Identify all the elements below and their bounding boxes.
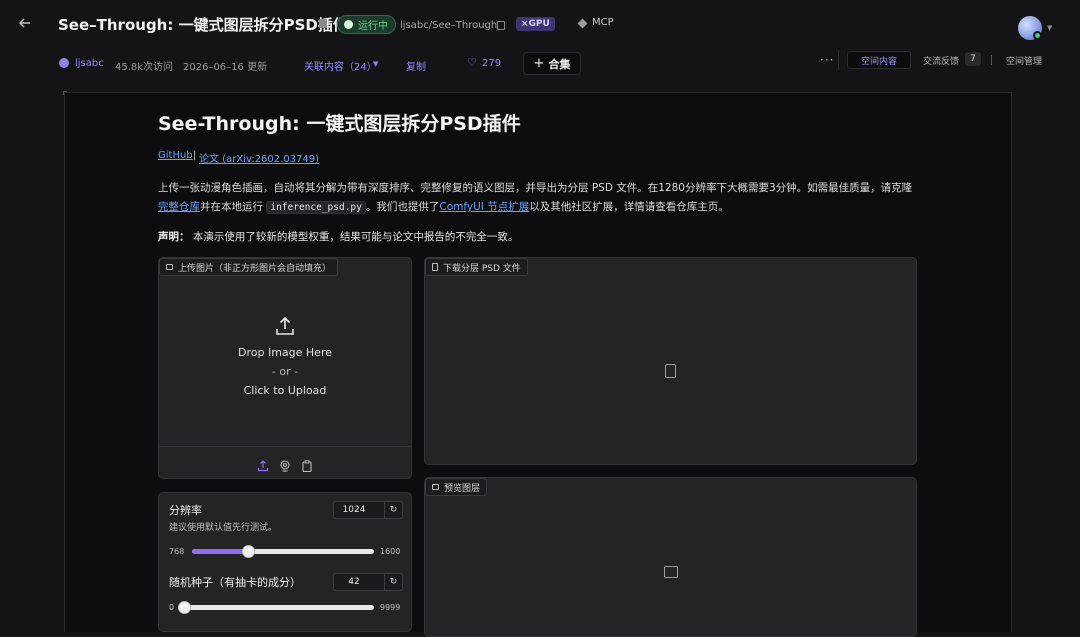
heart-icon[interactable]: ♡ [467,56,477,69]
mcp-label[interactable]: MCP [592,17,614,28]
upload-image-panel[interactable]: 上传图片（非正方形图片会自动填充） Drop Image Here - or -… [158,257,412,479]
owner-name[interactable]: ljsabc [75,58,104,69]
feedback-count-badge: 7 [965,52,981,66]
resolution-slider-thumb[interactable] [241,545,255,558]
download-tab-label: 下载分层 PSD 文件 [425,258,528,276]
seed-input[interactable]: 42 ↻ [333,573,403,591]
disclaimer-text: 本演示使用了较新的模型权重，结果可能与论文中报告的不完全一致。 [189,231,519,243]
resolution-slider-fill [192,549,249,554]
space-header: See–Through: 一键式图层拆分PSD插件 运行中 ljsabc/See… [0,0,1080,84]
resolution-input[interactable]: 1024 ↻ [333,501,403,519]
paper-link[interactable]: 论文 (arXiv:2602.03749) [199,150,319,165]
online-dot-icon [1033,31,1042,40]
upload-source-toolbar [159,446,411,478]
space-manage-link[interactable]: 空间管理 [1006,54,1042,67]
seed-max: 9999 [380,603,401,612]
visit-count: 45.8k次访问 [115,62,174,73]
upload-icon [274,315,296,337]
update-date: 2026–06–16 更新 [183,62,268,73]
download-psd-panel: 下载分层 PSD 文件 [424,257,917,465]
reset-icon[interactable]: ↻ [384,574,402,590]
click-upload-text: Click to Upload [243,384,327,397]
related-chevron-icon[interactable]: ▼ [373,60,378,68]
disclaimer-label: 声明： [158,231,190,243]
desc-text: 并在本地运行 [200,201,263,213]
reset-icon[interactable]: ↻ [384,502,402,518]
image-placeholder-icon [664,566,678,578]
frame-corner [63,91,67,95]
or-text: - or - [271,365,299,378]
back-arrow-icon[interactable] [18,16,36,34]
disclaimer: 声明： 本演示使用了较新的模型权重，结果可能与论文中报告的不完全一致。 [158,229,518,244]
upload-tab-text: 上传图片（非正方形图片会自动填充） [178,263,332,274]
desc-text: 上传一张动漫角色插画，自动将其分解为带有深度排序、完整修复的语义图层，并导出为分… [158,182,913,194]
download-tab-text: 下载分层 PSD 文件 [443,263,521,274]
resolution-label: 分辨率 [169,504,202,517]
space-content-button[interactable]: 空间内容 [847,51,911,69]
seed-slider-track[interactable] [184,605,374,610]
upload-tab-label: 上传图片（非正方形图片会自动填充） [159,258,339,276]
owner-avatar[interactable] [59,58,69,68]
mcp-icon [577,18,588,29]
repo-name[interactable]: ljsabc/See–Through [400,20,497,31]
desc-text: 。我们也提供了 [365,201,440,213]
seed-min: 0 [169,603,175,612]
link-separator: | [193,150,197,161]
preview-layers-panel: 预览图层 [424,477,917,637]
like-count[interactable]: 279 [482,58,501,69]
github-link[interactable]: GitHub [158,150,193,161]
page-title: See-Through: 一键式图层拆分PSD插件 [158,113,521,135]
preview-tab-label: 预览图层 [425,478,488,496]
preview-tab-text: 预览图层 [444,483,481,494]
more-icon[interactable]: ··· [820,53,834,67]
image-icon [432,484,439,490]
space-title: See–Through: 一键式图层拆分PSD插件 [58,16,348,34]
feedback-link[interactable]: 交流反馈 [923,54,959,67]
desc-text: 以及其他社区扩展，详情请查看仓库主页。 [529,201,729,213]
related-content-link[interactable]: 关联内容（24） [304,58,377,73]
settings-panel: 分辨率 建议使用默认值先行测试。 1024 ↻ 768 1600 随机种子（有抽… [158,492,412,632]
script-code: inference_psd.py [266,201,366,214]
status-badge: 运行中 [337,15,396,34]
status-text: 运行中 [358,21,388,32]
upload-source-icon[interactable] [257,457,269,471]
collection-label: 合集 [548,57,571,71]
seed-value[interactable]: 42 [334,577,374,587]
resolution-max: 1600 [380,547,401,556]
copy-link[interactable]: 复制 [406,58,426,73]
drop-image-text: Drop Image Here [238,346,332,359]
chevron-down-icon[interactable]: ▼ [1047,24,1052,32]
seed-label: 随机种子（有抽卡的成分） [169,576,301,589]
plus-icon: + [533,56,545,71]
running-dot-icon [344,20,353,29]
clipboard-icon[interactable] [301,457,313,472]
description: 上传一张动漫角色插画，自动将其分解为带有深度排序、完整修复的语义图层，并导出为分… [158,179,918,217]
file-placeholder-icon [665,364,676,378]
image-icon [166,264,173,270]
resolution-value[interactable]: 1024 [334,505,374,515]
divider [991,55,992,65]
collection-button[interactable]: + 合集 [523,52,581,75]
bookmark-icon[interactable] [319,19,327,28]
comfyui-link[interactable]: ComfyUI 节点扩展 [439,201,529,213]
resolution-min: 768 [169,547,185,556]
gpu-badge: ×GPU [516,17,555,31]
file-icon [432,263,438,271]
copy-icon[interactable] [497,21,505,30]
divider [838,50,839,70]
resolution-hint: 建议使用默认值先行测试。 [169,523,278,533]
seed-slider-thumb[interactable] [178,601,192,614]
full-repo-link[interactable]: 完整仓库 [158,201,200,213]
webcam-icon[interactable] [279,457,291,472]
